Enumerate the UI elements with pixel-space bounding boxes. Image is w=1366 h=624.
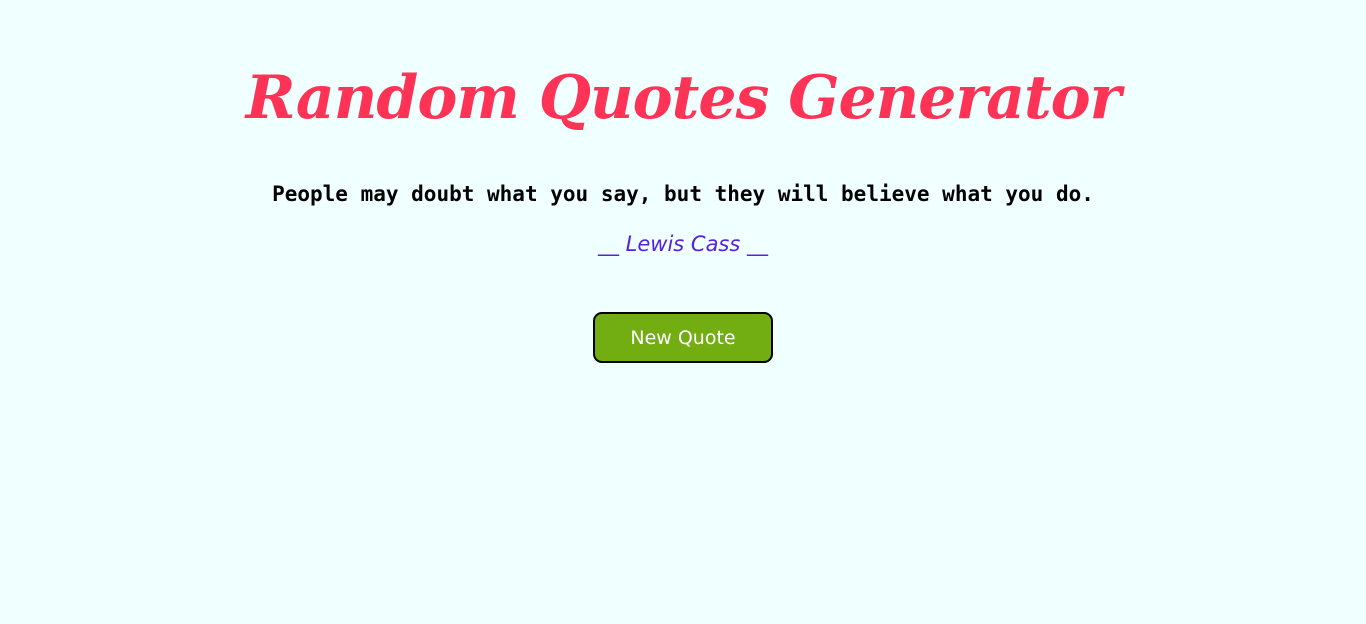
page-title: Random Quotes Generator bbox=[245, 63, 1122, 133]
quote-text: People may doubt what you say, but they … bbox=[272, 182, 1094, 206]
quote-author: __ Lewis Cass __ bbox=[597, 232, 768, 256]
new-quote-button[interactable]: New Quote bbox=[593, 312, 773, 363]
page: Random Quotes Generator People may doubt… bbox=[0, 0, 1366, 624]
